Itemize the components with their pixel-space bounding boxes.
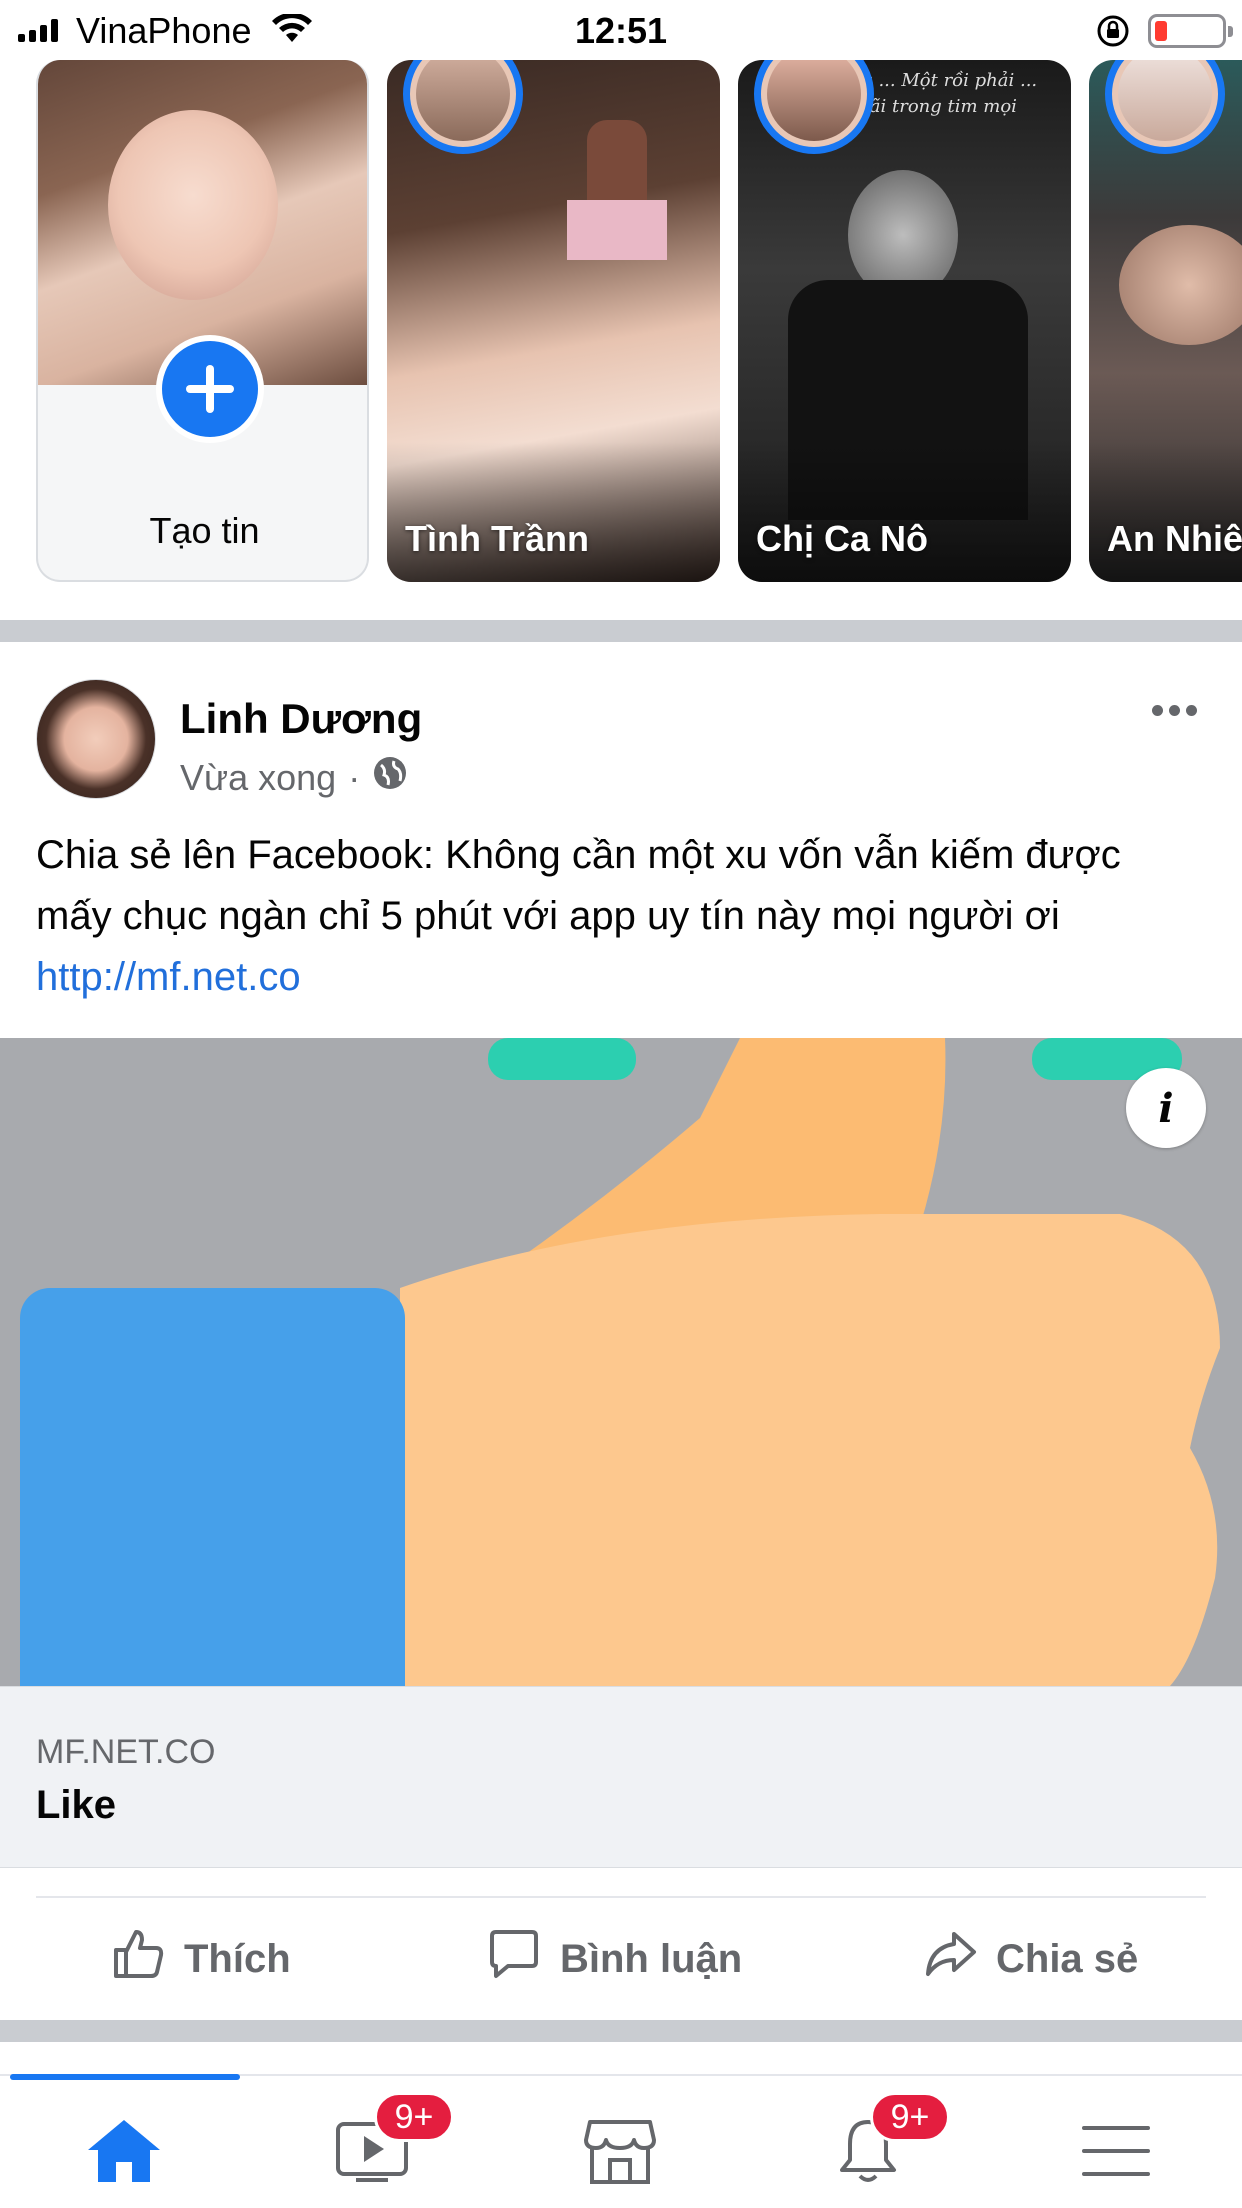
- active-tab-indicator: [10, 2074, 240, 2080]
- notification-badge: 9+: [374, 2092, 454, 2142]
- meta-separator: ·: [348, 756, 361, 798]
- share-label: Chia sẻ: [996, 1936, 1139, 1981]
- post-header: Linh Dương Vừa xong ·: [0, 645, 1242, 825]
- link-preview-image[interactable]: [0, 1038, 1242, 1686]
- post-actions: Thích Bình luận Chia sẻ: [0, 1898, 1242, 2020]
- like-icon: [110, 1926, 166, 1992]
- like-label: Thích: [184, 1936, 291, 1981]
- marketplace-icon: [584, 2120, 656, 2184]
- add-story-button[interactable]: [156, 335, 264, 443]
- preview-title: Like: [36, 1783, 117, 1827]
- battery-icon: [1148, 14, 1233, 48]
- share-button[interactable]: Chia sẻ: [922, 1898, 1138, 2020]
- story-name: Tình Trầnn: [405, 518, 589, 559]
- story-card[interactable]: An Nhiê: [1089, 60, 1242, 582]
- story-name: Chị Ca Nô: [756, 518, 929, 559]
- home-icon: [88, 2120, 160, 2182]
- post-meta: Vừa xong ·: [180, 755, 408, 800]
- plus-icon: [186, 365, 234, 413]
- post-time[interactable]: Vừa xong: [180, 757, 336, 799]
- comment-label: Bình luận: [560, 1936, 743, 1981]
- comment-icon: [486, 1926, 542, 1992]
- info-button[interactable]: i: [1126, 1068, 1206, 1148]
- thumbs-up-illustration: [20, 1038, 1220, 1686]
- preview-domain: MF.NET.CO: [36, 1733, 216, 1771]
- status-bar: VinaPhone 12:51: [0, 0, 1242, 60]
- section-divider: [0, 620, 1242, 642]
- stories-tray: Tạo tin Tình Trầnn Yêu không ... Một rồi…: [0, 60, 1242, 620]
- menu-icon: [1082, 2126, 1150, 2176]
- post-body: Chia sẻ lên Facebook: Không cần một xu v…: [36, 833, 1121, 938]
- notification-badge: 9+: [870, 2092, 950, 2142]
- share-icon: [922, 1926, 978, 1992]
- tab-notifications[interactable]: 9+: [818, 2092, 950, 2196]
- clock: 12:51: [574, 10, 668, 51]
- tab-marketplace[interactable]: [570, 2106, 670, 2196]
- link-preview-meta[interactable]: MF.NET.CO Like: [0, 1686, 1242, 1868]
- post-link[interactable]: http://mf.net.co: [36, 955, 301, 999]
- tab-menu[interactable]: [1066, 2106, 1166, 2196]
- rotation-lock-icon: [1096, 14, 1130, 53]
- like-button[interactable]: Thích: [110, 1898, 291, 2020]
- globe-icon: [372, 755, 408, 800]
- create-story-card[interactable]: Tạo tin: [36, 60, 369, 582]
- author-name[interactable]: Linh Dương: [180, 695, 422, 743]
- tab-watch[interactable]: 9+: [322, 2092, 454, 2196]
- comment-button[interactable]: Bình luận: [486, 1898, 742, 2020]
- story-name: An Nhiê: [1107, 518, 1242, 559]
- create-story-label: Tạo tin: [149, 510, 260, 551]
- section-divider: [0, 2020, 1242, 2042]
- post-text: Chia sẻ lên Facebook: Không cần một xu v…: [36, 825, 1206, 1008]
- story-card[interactable]: Yêu không ... Một rồi phải ... sẽ sống m…: [738, 60, 1071, 582]
- tab-home[interactable]: [74, 2106, 174, 2196]
- more-options-button[interactable]: [1152, 705, 1197, 716]
- author-avatar[interactable]: [36, 679, 156, 799]
- bottom-nav: 9+ 9+: [0, 2074, 1242, 2208]
- story-card[interactable]: Tình Trầnn: [387, 60, 720, 582]
